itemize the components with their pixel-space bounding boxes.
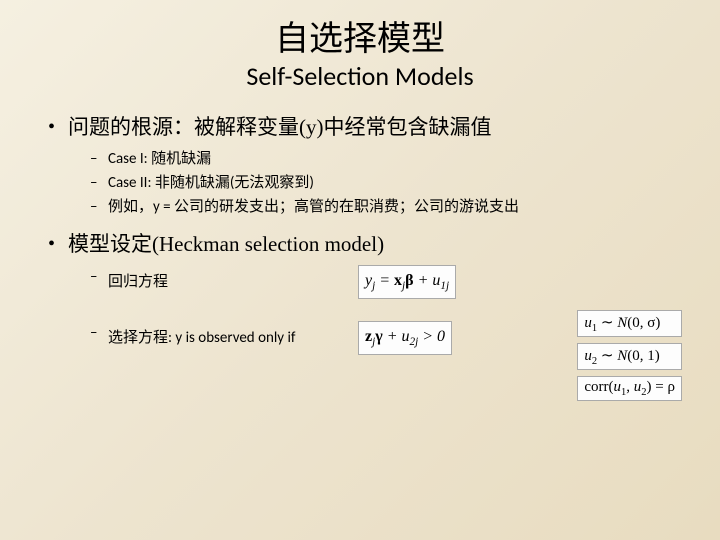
dist-u2: u2 ∼ N(0, 1)	[577, 343, 682, 370]
equation-selection: zjγ + u2j > 0	[358, 321, 452, 355]
dist-corr: corr(u1, u2) = ρ	[577, 376, 682, 401]
bullet-1-sublist: Case I: 随机缺漏 Case II: 非随机缺漏(无法观察到) 例如，y …	[68, 147, 680, 219]
title-chinese: 自选择模型	[40, 20, 680, 61]
distribution-box: u1 ∼ N(0, σ) u2 ∼ N(0, 1) corr(u1, u2) =…	[577, 310, 682, 407]
sub-1c: 例如，y = 公司的研发支出；高管的在职消费；公司的游说支出	[68, 195, 680, 219]
equation-regression: yj = xjβ + u1j	[358, 265, 456, 299]
sub-1b: Case II: 非随机缺漏(无法观察到)	[68, 171, 680, 195]
sub-2a: 回归方程 yj = xjβ + u1j	[68, 265, 680, 299]
slide: 自选择模型 Self-Selection Models 问题的根源：被解释变量(…	[0, 0, 720, 540]
title-block: 自选择模型 Self-Selection Models	[40, 20, 680, 92]
dist-u1: u1 ∼ N(0, σ)	[577, 310, 682, 337]
bullet-1-text: 问题的根源：被解释变量(y)中经常包含缺漏值	[68, 115, 492, 139]
sub-1a: Case I: 随机缺漏	[68, 147, 680, 171]
sub-2a-label: 回归方程	[108, 270, 328, 294]
sub-2b-label: 选择方程: y is observed only if	[108, 326, 328, 350]
title-english: Self-Selection Models	[40, 61, 680, 92]
bullet-2-text: 模型设定(Heckman selection model)	[68, 232, 384, 256]
bullet-1: 问题的根源：被解释变量(y)中经常包含缺漏值 Case I: 随机缺漏 Case…	[40, 112, 680, 220]
